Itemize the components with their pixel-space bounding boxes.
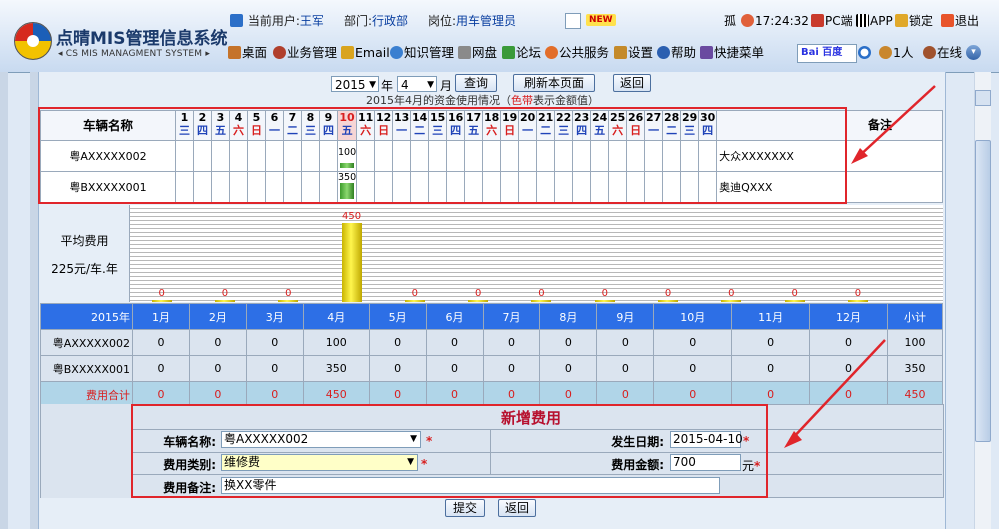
arrow-line-2: [789, 339, 886, 442]
arrow-head-2: [784, 431, 802, 448]
arrow-line-1: [856, 85, 936, 159]
annotation-arrows: [784, 85, 936, 448]
